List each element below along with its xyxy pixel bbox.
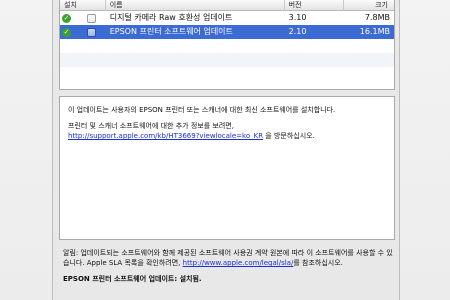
more-info-text: 프린터 및 스캐너 소프트웨어에 대한 추가 정보를 보려면,	[68, 122, 234, 130]
update-size: 16.1MB	[359, 27, 390, 36]
installed-check-icon: ✓	[62, 27, 71, 37]
column-header-name[interactable]: 이름	[106, 0, 285, 11]
update-sheet: 설치 이름 버전 크기 ✓ 디지털 카메라 Raw 호환성 업데이트 3.10 …	[52, 0, 400, 300]
sla-link[interactable]: http://www.apple.com/legal/sla/	[183, 259, 294, 267]
update-size: 7.8MB	[364, 13, 390, 22]
update-version: 3.10	[288, 13, 307, 22]
software-update-window: 설치 이름 버전 크기 ✓ 디지털 카메라 Raw 호환성 업데이트 3.10 …	[0, 0, 450, 300]
description-text: 이 업데이트는 사용자의 EPSON 프린터 또는 스캐너에 대한 최신 소프트…	[68, 106, 336, 114]
update-name: EPSON 프린터 소프트웨어 업데이트	[109, 27, 233, 36]
column-header-version[interactable]: 버전	[285, 0, 345, 11]
license-notes: 알림: 업데이트되는 소프트웨어와 함께 제공된 소프트웨어 사용권 계약 원본…	[63, 248, 393, 284]
more-info-paragraph: 프린터 및 스캐너 소프트웨어에 대한 추가 정보를 보려면, http://s…	[68, 121, 386, 141]
installed-check-icon: ✓	[62, 13, 71, 23]
window-edge-left	[0, 0, 52, 300]
visit-text: 을 방문하십시오.	[263, 132, 315, 140]
install-checkbox[interactable]	[87, 13, 96, 23]
empty-row	[60, 39, 394, 53]
install-cell: ✓	[60, 25, 106, 39]
install-cell: ✓	[60, 11, 106, 25]
update-list-table[interactable]: 설치 이름 버전 크기 ✓ 디지털 카메라 Raw 호환성 업데이트 3.10 …	[59, 0, 395, 90]
column-header-size[interactable]: 크기	[344, 0, 394, 11]
empty-row	[60, 53, 394, 67]
update-description-panel: 이 업데이트는 사용자의 EPSON 프린터 또는 스캐너에 대한 최신 소프트…	[59, 96, 395, 240]
table-row-selected[interactable]: ✓ EPSON 프린터 소프트웨어 업데이트 2.10 16.1MB	[60, 25, 394, 39]
column-header-install[interactable]: 설치	[60, 0, 106, 11]
table-row[interactable]: ✓ 디지털 카메라 Raw 호환성 업데이트 3.10 7.8MB	[60, 11, 394, 25]
update-name: 디지털 카메라 Raw 호환성 업데이트	[109, 13, 233, 22]
support-link[interactable]: http://support.apple.com/kb/HT3669?viewl…	[68, 132, 263, 140]
license-notice: 알림: 업데이트되는 소프트웨어와 함께 제공된 소프트웨어 사용권 계약 원본…	[63, 248, 393, 268]
license-text-end: 를 참조하십시오.	[293, 259, 343, 267]
window-edge-right	[400, 0, 450, 300]
install-checkbox[interactable]	[87, 27, 96, 37]
install-status: EPSON 프린터 소프트웨어 업데이트: 설치됨.	[63, 275, 202, 283]
update-version: 2.10	[288, 27, 307, 36]
table-header: 설치 이름 버전 크기	[60, 0, 394, 11]
empty-row	[60, 67, 394, 81]
